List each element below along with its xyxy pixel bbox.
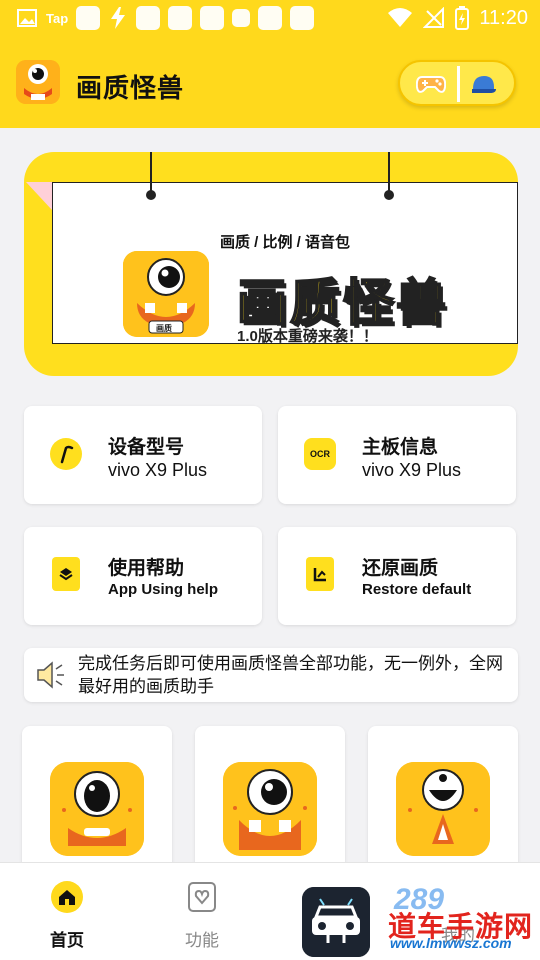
banner-monster-icon: 画质 [123,251,209,337]
banner-paper: 画质 / 比例 / 语音包 画质 画质怪兽 1.0版本重磅来袭！！ [52,182,518,345]
card-value: vivo X9 Plus [108,460,208,480]
monster-image [396,762,490,856]
status-left: Tap [16,6,315,30]
status-app-label: Tap [46,10,69,26]
notice-bar[interactable]: 完成任务后即可使用画质怪兽全部功能，无一例外，全网最好用的画质助手 [24,648,518,702]
notification-icon [200,6,225,30]
notification-icon [258,6,283,30]
gamepad-icon [416,76,446,93]
device-model-card[interactable]: 设备型号 vivo X9 Plus [24,406,262,504]
nav-label: 首页 [50,931,84,950]
restore-icon [306,557,334,591]
app-title: 画质怪兽 [76,73,185,103]
app-logo [16,60,60,104]
monster-image [50,762,144,856]
monster-icon [223,762,317,856]
notification-icon [168,6,193,30]
board-info-card[interactable]: OCR 主板信息 vivo X9 Plus [278,406,516,504]
status-right: 11:20 [387,6,528,30]
profile-button[interactable] [458,66,508,102]
banner-icon-label: 画质 [156,324,172,333]
card-title: 使用帮助 [108,558,185,579]
cap-icon [472,76,496,93]
bottom-navigation: 首页 功能 我的 289 道车手游网 www.lmwwsz.com [0,862,540,960]
top-app-bar: Tap 11:20 画质怪兽 [0,0,540,128]
restore-card[interactable]: 还原画质 Restore default [278,527,516,625]
nav-functions[interactable]: 功能 [162,881,242,951]
card-title: 设备型号 [108,437,185,458]
speed-icon [50,438,82,470]
notification-icon [290,6,315,30]
speaker-icon [37,661,64,689]
notification-icon [76,6,101,30]
card-value: App Using help [108,581,218,598]
card-title: 还原画质 [362,558,439,579]
card-value: Restore default [362,581,472,598]
pin-dot [384,190,394,200]
game-mode-button[interactable] [406,66,456,102]
car-app-button[interactable] [302,887,370,957]
status-time: 11:20 [479,6,528,29]
notice-text: 完成任务后即可使用画质怪兽全部功能，无一例外，全网最好用的画质助手 [78,654,503,696]
heart-icon [188,882,216,912]
help-card[interactable]: 使用帮助 App Using help [24,527,262,625]
card-title: 主板信息 [362,437,439,458]
layers-icon [52,557,80,591]
notification-icon [232,9,251,27]
paper-fold-corner [26,182,52,210]
gallery-icon [17,9,37,27]
wifi-icon [388,8,413,27]
monster-logo-icon [16,60,60,104]
nav-home[interactable]: 首页 [27,881,107,951]
ocr-icon: OCR [304,438,336,470]
site-watermark: 289 道车手游网 www.lmwwsz.com [388,883,538,953]
battery-icon [455,6,470,30]
banner-slogan: 1.0版本重磅来袭！！ [237,328,378,345]
card-value: vivo X9 Plus [362,460,462,480]
monster-icon [396,762,490,856]
car-app-icon [302,887,370,957]
signal-icon [423,7,445,28]
nav-label: 功能 [185,931,219,950]
monster-image [223,762,317,856]
promo-banner[interactable]: 画质 / 比例 / 语音包 画质 画质怪兽 1.0版本重磅来袭！！ [24,152,518,376]
pin-dot [146,190,156,200]
home-icon [51,881,83,913]
status-bar: Tap 11:20 [0,0,540,38]
monster-icon [50,762,144,856]
watermark-url: www.lmwwsz.com [390,935,512,951]
banner-subtitle: 画质 / 比例 / 语音包 [219,234,350,251]
header-action-pill [398,60,516,106]
bolt-icon [111,7,126,29]
notification-icon [136,6,161,30]
